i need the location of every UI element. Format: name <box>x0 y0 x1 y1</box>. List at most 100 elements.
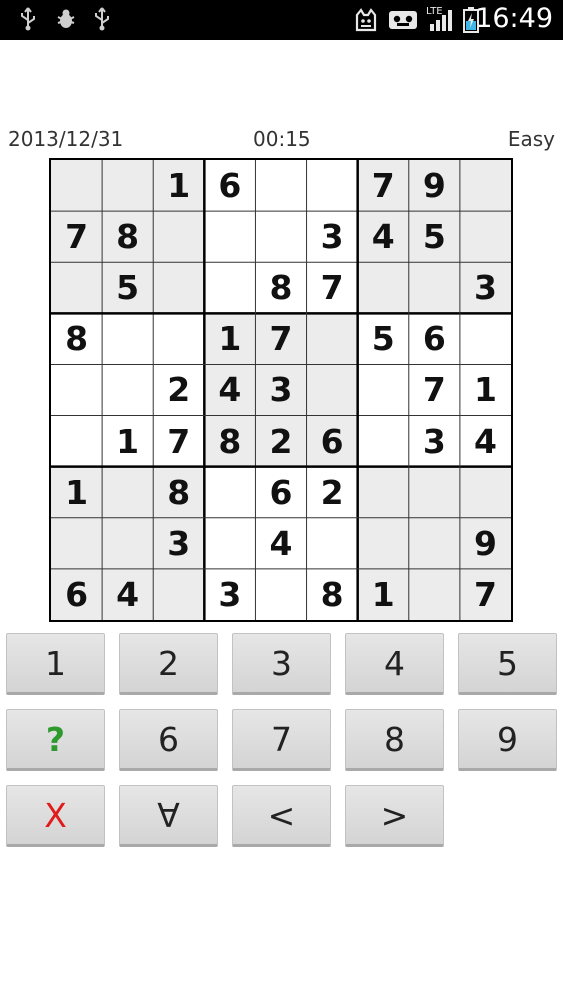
sudoku-cell-r7c2[interactable] <box>102 466 154 518</box>
notification-cat-icon <box>352 6 380 41</box>
prev-key[interactable]: < <box>232 785 331 847</box>
sudoku-cell-r8c6[interactable] <box>307 518 358 569</box>
sudoku-cell-r3c7[interactable] <box>357 262 409 314</box>
digit-key-8[interactable]: 8 <box>345 709 444 771</box>
sudoku-cell-r3c5[interactable]: 8 <box>255 262 306 313</box>
sudoku-cell-r4c2[interactable] <box>102 313 153 364</box>
sudoku-cell-r5c1[interactable] <box>51 364 102 415</box>
sudoku-cell-r6c2[interactable]: 1 <box>102 416 153 467</box>
sudoku-cell-r6c3[interactable]: 7 <box>153 416 204 467</box>
sudoku-cell-r1c2[interactable] <box>102 160 154 212</box>
sudoku-cell-r9c4[interactable]: 3 <box>204 569 255 620</box>
digit-key-6[interactable]: 6 <box>119 709 218 771</box>
sudoku-cell-r3c9[interactable]: 3 <box>459 262 511 314</box>
sudoku-cell-r5c4[interactable]: 4 <box>204 364 256 416</box>
sudoku-cell-r8c9[interactable]: 9 <box>459 517 511 569</box>
sudoku-cell-r1c9[interactable] <box>459 160 511 212</box>
digit-key-2[interactable]: 2 <box>119 633 218 695</box>
sudoku-cell-r1c7[interactable]: 7 <box>357 160 409 212</box>
voicemail-icon <box>388 6 418 41</box>
sudoku-cell-r9c3[interactable] <box>153 568 205 620</box>
sudoku-cell-r8c1[interactable] <box>51 517 103 569</box>
sudoku-cell-r1c4[interactable]: 6 <box>204 160 255 211</box>
sudoku-cell-r6c5[interactable]: 2 <box>255 415 307 467</box>
sudoku-cell-r9c2[interactable]: 4 <box>102 568 154 620</box>
sudoku-cell-r6c8[interactable]: 3 <box>409 416 460 467</box>
sudoku-cell-r4c9[interactable] <box>460 313 511 364</box>
sudoku-cell-r2c4[interactable] <box>204 211 255 262</box>
sudoku-cell-r6c7[interactable] <box>358 416 409 467</box>
sudoku-cell-r4c6[interactable] <box>306 313 358 365</box>
sudoku-cell-r1c8[interactable]: 9 <box>408 160 460 212</box>
sudoku-cell-r5c6[interactable] <box>306 364 358 416</box>
sudoku-cell-r3c3[interactable] <box>153 262 205 314</box>
sudoku-cell-r2c8[interactable]: 5 <box>408 211 460 263</box>
sudoku-cell-r2c1[interactable]: 7 <box>51 211 103 263</box>
sudoku-cell-r8c3[interactable]: 3 <box>153 517 205 569</box>
sudoku-cell-r5c9[interactable]: 1 <box>460 364 511 415</box>
sudoku-cell-r9c5[interactable] <box>255 569 306 620</box>
sudoku-cell-r1c1[interactable] <box>51 160 103 212</box>
debug-bug-icon <box>55 6 77 39</box>
sudoku-cell-r9c7[interactable]: 1 <box>357 568 409 620</box>
digit-key-3[interactable]: 3 <box>232 633 331 695</box>
digit-key-5[interactable]: 5 <box>458 633 557 695</box>
all-key[interactable]: ∀ <box>119 785 218 847</box>
sudoku-cell-r2c6[interactable]: 3 <box>307 211 358 262</box>
sudoku-cell-r6c9[interactable]: 4 <box>460 416 511 467</box>
status-bar: LTE 16:49 <box>0 0 563 40</box>
sudoku-cell-r7c4[interactable] <box>204 467 255 518</box>
sudoku-cell-r3c2[interactable]: 5 <box>102 262 154 314</box>
digit-key-7[interactable]: 7 <box>232 709 331 771</box>
sudoku-cell-r7c9[interactable] <box>459 466 511 518</box>
sudoku-cell-r7c5[interactable]: 6 <box>255 467 306 518</box>
sudoku-cell-r2c9[interactable] <box>459 211 511 263</box>
sudoku-cell-r9c6[interactable]: 8 <box>307 569 358 620</box>
sudoku-cell-r3c8[interactable] <box>408 262 460 314</box>
sudoku-cell-r7c7[interactable] <box>357 466 409 518</box>
digit-key-1[interactable]: 1 <box>6 633 105 695</box>
sudoku-cell-r5c5[interactable]: 3 <box>255 364 307 416</box>
elapsed-timer: 00:15 <box>253 127 311 151</box>
sudoku-cell-r8c7[interactable] <box>357 517 409 569</box>
sudoku-cell-r7c1[interactable]: 1 <box>51 466 103 518</box>
sudoku-cell-r9c1[interactable]: 6 <box>51 568 103 620</box>
sudoku-cell-r2c7[interactable]: 4 <box>357 211 409 263</box>
sudoku-cell-r4c1[interactable]: 8 <box>51 313 102 364</box>
digit-key-9[interactable]: 9 <box>458 709 557 771</box>
digit-key-4[interactable]: 4 <box>345 633 444 695</box>
sudoku-cell-r7c8[interactable] <box>408 466 460 518</box>
sudoku-cell-r1c6[interactable] <box>307 160 358 211</box>
sudoku-cell-r3c4[interactable] <box>204 262 255 313</box>
sudoku-cell-r8c8[interactable] <box>408 517 460 569</box>
hint-key[interactable]: ? <box>6 709 105 771</box>
sudoku-cell-r4c8[interactable]: 6 <box>409 313 460 364</box>
sudoku-cell-r1c5[interactable] <box>255 160 306 211</box>
sudoku-cell-r3c6[interactable]: 7 <box>307 262 358 313</box>
sudoku-cell-r2c5[interactable] <box>255 211 306 262</box>
sudoku-cell-r4c4[interactable]: 1 <box>204 313 256 365</box>
sudoku-cell-r5c7[interactable] <box>358 364 409 415</box>
sudoku-cell-r2c2[interactable]: 8 <box>102 211 154 263</box>
sudoku-cell-r4c3[interactable] <box>153 313 204 364</box>
sudoku-cell-r8c4[interactable] <box>204 518 255 569</box>
clear-key[interactable]: X <box>6 785 105 847</box>
sudoku-cell-r6c4[interactable]: 8 <box>204 415 256 467</box>
sudoku-cell-r5c2[interactable] <box>102 364 153 415</box>
sudoku-cell-r4c7[interactable]: 5 <box>358 313 409 364</box>
sudoku-cell-r4c5[interactable]: 7 <box>255 313 307 365</box>
sudoku-cell-r3c1[interactable] <box>51 262 103 314</box>
next-key[interactable]: > <box>345 785 444 847</box>
sudoku-cell-r9c9[interactable]: 7 <box>459 568 511 620</box>
sudoku-cell-r7c3[interactable]: 8 <box>153 466 205 518</box>
sudoku-cell-r5c8[interactable]: 7 <box>409 364 460 415</box>
sudoku-cell-r7c6[interactable]: 2 <box>307 467 358 518</box>
sudoku-cell-r8c2[interactable] <box>102 517 154 569</box>
sudoku-cell-r1c3[interactable]: 1 <box>153 160 205 212</box>
sudoku-cell-r6c6[interactable]: 6 <box>306 415 358 467</box>
sudoku-cell-r2c3[interactable] <box>153 211 205 263</box>
sudoku-cell-r9c8[interactable] <box>408 568 460 620</box>
sudoku-cell-r6c1[interactable] <box>51 416 102 467</box>
sudoku-cell-r5c3[interactable]: 2 <box>153 364 204 415</box>
sudoku-cell-r8c5[interactable]: 4 <box>255 518 306 569</box>
